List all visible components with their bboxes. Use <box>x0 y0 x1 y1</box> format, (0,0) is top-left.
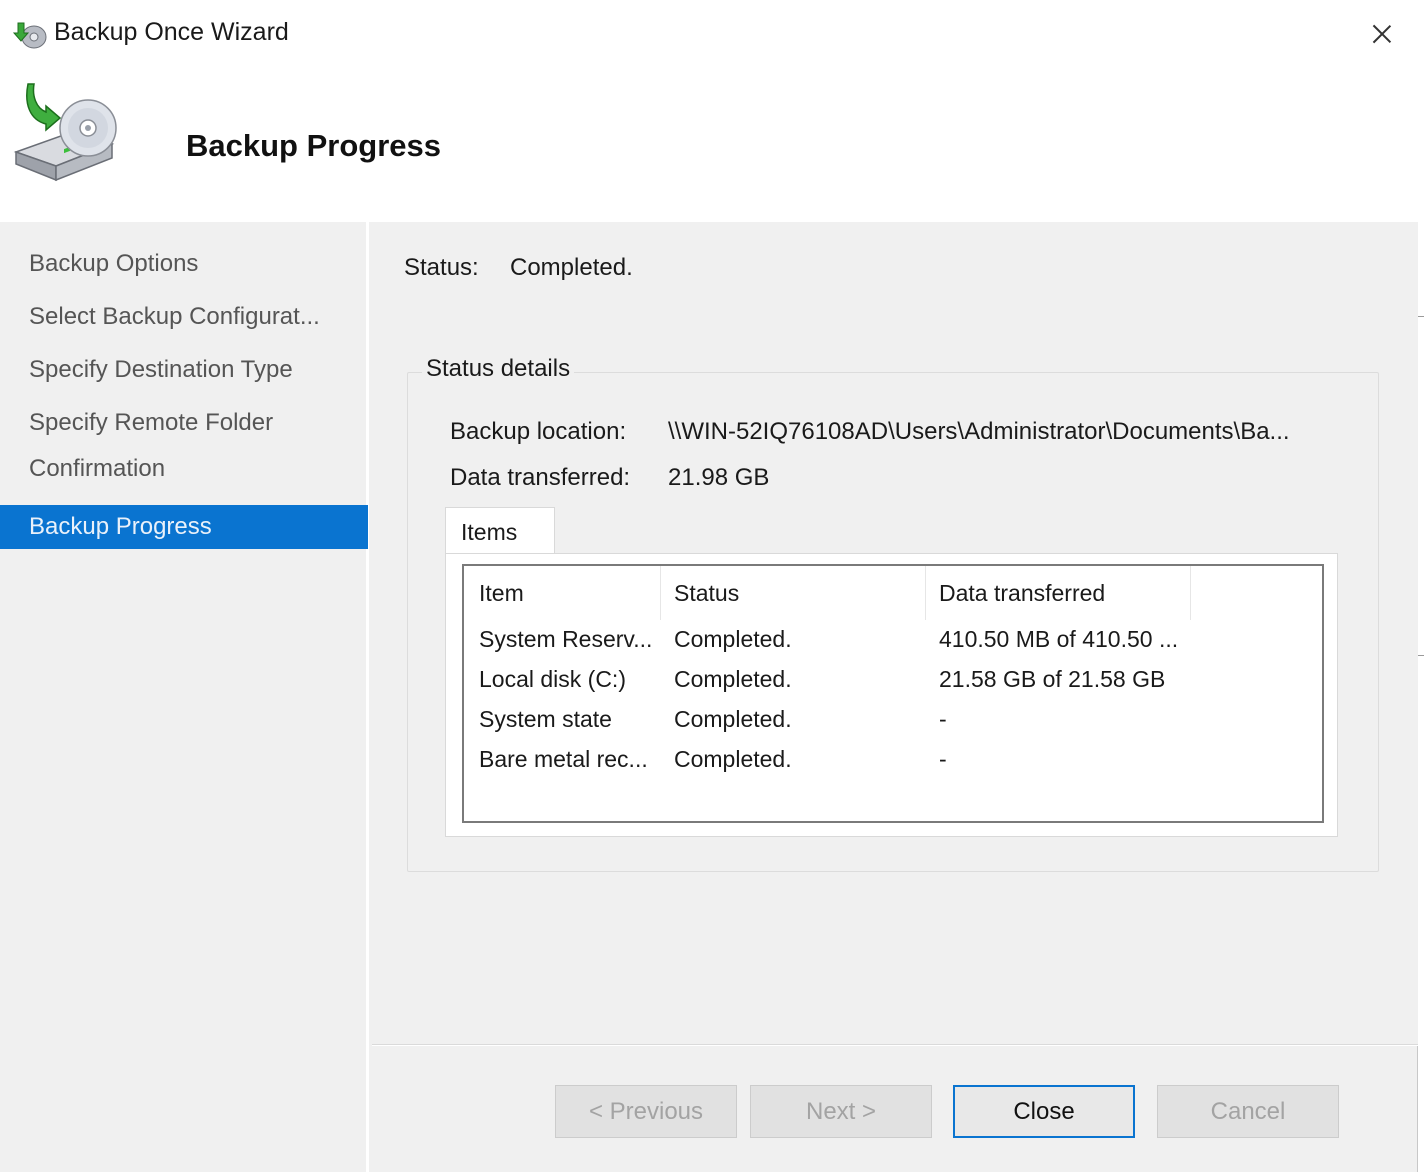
previous-button[interactable]: < Previous <box>555 1085 737 1138</box>
page-title: Backup Progress <box>186 128 441 163</box>
item-name: Local disk (C:) <box>479 666 626 692</box>
background-divider <box>1418 655 1424 656</box>
nav-item-backup-options[interactable]: Backup Options <box>0 242 368 286</box>
next-button[interactable]: Next > <box>750 1085 932 1138</box>
list-item[interactable]: Bare metal rec... Completed. - <box>464 746 1322 786</box>
wizard-window: Backup Once Wizard Backup Progress Backu… <box>0 0 1418 1174</box>
backup-disk-icon <box>13 83 117 182</box>
item-status: Completed. <box>674 706 792 732</box>
list-item[interactable]: Local disk (C:) Completed. 21.58 GB of 2… <box>464 666 1322 706</box>
list-item[interactable]: System Reserv... Completed. 410.50 MB of… <box>464 626 1322 666</box>
item-status: Completed. <box>674 746 792 772</box>
footer-divider-highlight <box>372 1045 1418 1046</box>
nav-item-specify-destination-type[interactable]: Specify Destination Type <box>0 348 368 392</box>
status-value: Completed. <box>510 254 633 281</box>
nav-item-confirmation[interactable]: Confirmation <box>0 447 368 491</box>
item-name: Bare metal rec... <box>479 746 648 772</box>
item-name: System state <box>479 706 612 732</box>
list-item[interactable]: System state Completed. - <box>464 706 1322 746</box>
nav-item-select-backup-configuration[interactable]: Select Backup Configurat... <box>0 295 368 339</box>
status-details-legend: Status details <box>422 355 575 383</box>
column-separator[interactable] <box>1190 566 1191 620</box>
status-label: Status: <box>404 254 479 281</box>
item-data-transferred: - <box>939 706 947 732</box>
backup-app-icon <box>12 22 47 49</box>
item-data-transferred: 21.58 GB of 21.58 GB <box>939 666 1166 692</box>
tab-items[interactable]: Items <box>445 507 555 554</box>
wizard-header: Backup Progress <box>0 66 1418 222</box>
column-separator[interactable] <box>925 566 926 620</box>
data-transferred-value: 21.98 GB <box>668 464 770 491</box>
title-bar: Backup Once Wizard <box>0 0 1418 66</box>
column-header-item[interactable]: Item <box>479 580 524 607</box>
nav-item-backup-progress[interactable]: Backup Progress <box>0 505 368 549</box>
window-title: Backup Once Wizard <box>54 18 289 46</box>
background-window-edge <box>1418 0 1424 1174</box>
backup-location-value: \\WIN-52IQ76108AD\Users\Administrator\Do… <box>668 418 1290 445</box>
column-header-status[interactable]: Status <box>674 580 739 607</box>
background-divider <box>1418 316 1424 317</box>
items-tab-panel: Item Status Data transferred System Rese… <box>445 553 1338 837</box>
column-separator[interactable] <box>660 566 661 620</box>
list-header: Item Status Data transferred <box>464 566 1322 620</box>
items-list-view[interactable]: Item Status Data transferred System Rese… <box>462 564 1324 823</box>
item-data-transferred: 410.50 MB of 410.50 ... <box>939 626 1179 652</box>
wizard-steps-nav: Backup Options Select Backup Configurat.… <box>0 222 369 1174</box>
close-button[interactable]: Close <box>953 1085 1135 1138</box>
cancel-button[interactable]: Cancel <box>1157 1085 1339 1138</box>
item-status: Completed. <box>674 666 792 692</box>
backup-location-label: Backup location: <box>450 418 627 445</box>
data-transferred-label: Data transferred: <box>450 464 631 491</box>
wizard-content: Status: Completed. Status details Backup… <box>372 222 1418 1044</box>
close-icon[interactable] <box>1362 14 1402 54</box>
item-name: System Reserv... <box>479 626 653 652</box>
item-data-transferred: - <box>939 746 947 772</box>
nav-item-specify-remote-folder[interactable]: Specify Remote Folder <box>0 401 368 445</box>
column-header-data-transferred[interactable]: Data transferred <box>939 580 1105 607</box>
item-status: Completed. <box>674 626 792 652</box>
